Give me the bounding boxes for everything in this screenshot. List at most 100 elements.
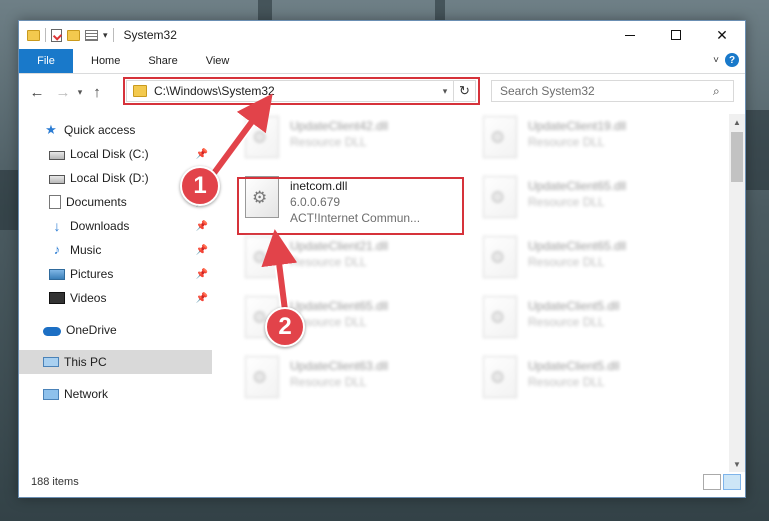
- file-name: UpdateClient65.dll: [528, 179, 627, 193]
- disk-icon: [49, 150, 65, 160]
- nav-item-local-disk-c[interactable]: Local Disk (C:) 📌: [19, 142, 212, 166]
- view-toggle: [703, 474, 741, 490]
- customize-view-icon[interactable]: [85, 29, 98, 41]
- nav-item-this-pc[interactable]: This PC: [19, 350, 212, 374]
- maximize-icon: [671, 30, 681, 40]
- main-area: ★ Quick access Local Disk (C:) 📌 Local D…: [19, 110, 745, 472]
- file-name: UpdateClient42.dll: [290, 119, 389, 133]
- file-name: UpdateClient21.dll: [290, 239, 389, 253]
- maximize-button[interactable]: [653, 21, 699, 49]
- recent-locations-chevron-icon[interactable]: ▾: [73, 87, 87, 98]
- file-name: UpdateClient65.dll: [290, 299, 389, 313]
- item-count: 188 items: [31, 476, 79, 488]
- step-2-badge: 2: [265, 307, 305, 347]
- tab-file[interactable]: File: [19, 49, 73, 73]
- file-name: UpdateClient65.dll: [528, 239, 627, 253]
- dll-file-icon: ⚙: [245, 236, 279, 278]
- file-tile[interactable]: ⚙ UpdateClient5.dll Resource DLL: [483, 294, 708, 342]
- scroll-up-icon[interactable]: ▲: [729, 114, 745, 130]
- search-input[interactable]: Search System32 ⌕: [491, 80, 734, 102]
- file-type: Resource DLL: [290, 135, 367, 149]
- file-highlight-box: [237, 177, 464, 235]
- file-type: Resource DLL: [290, 375, 367, 389]
- music-icon: ♪: [53, 242, 61, 257]
- minimize-button[interactable]: [607, 21, 653, 49]
- nav-item-label: Music: [70, 243, 102, 257]
- nav-item-videos[interactable]: Videos 📌: [19, 286, 212, 310]
- nav-item-network[interactable]: Network: [19, 382, 212, 406]
- scrollbar-thumb[interactable]: [731, 132, 743, 182]
- file-tile[interactable]: ⚙ UpdateClient42.dll Resource DLL: [245, 114, 470, 162]
- search-placeholder: Search System32: [500, 84, 595, 98]
- file-type: Resource DLL: [290, 255, 367, 269]
- pin-icon: 📌: [195, 220, 208, 232]
- dll-file-icon: ⚙: [483, 176, 517, 218]
- title-bar: ▾ System32 ✕: [19, 21, 745, 49]
- navigation-bar: ← → ▾ ↑ C:\Windows\System32 ▾ ↻ Search S…: [19, 74, 745, 110]
- window-title: System32: [123, 28, 177, 42]
- file-list: ⚙ UpdateClient42.dll Resource DLL ⚙ inetc…: [237, 110, 729, 468]
- nav-item-quick-access[interactable]: ★ Quick access: [19, 118, 212, 142]
- vertical-scrollbar[interactable]: ▲ ▼: [729, 114, 745, 472]
- network-icon: [43, 388, 59, 400]
- nav-item-downloads[interactable]: ↓ Downloads 📌: [19, 214, 212, 238]
- address-highlight-box: [123, 77, 480, 105]
- forward-arrow-icon[interactable]: →: [53, 84, 73, 101]
- videos-icon: [49, 292, 65, 304]
- file-type: Resource DLL: [528, 255, 605, 269]
- close-button[interactable]: ✕: [699, 21, 745, 49]
- close-icon: ✕: [716, 26, 728, 43]
- file-tile[interactable]: ⚙ UpdateClient5.dll Resource DLL: [483, 354, 708, 402]
- file-tile[interactable]: ⚙ UpdateClient65.dll Resource DLL: [483, 234, 708, 282]
- file-name: UpdateClient63.dll: [290, 359, 389, 373]
- disk-icon: [49, 174, 65, 184]
- pictures-icon: [49, 268, 65, 280]
- dll-file-icon: ⚙: [245, 116, 279, 158]
- expand-ribbon-chevron-icon[interactable]: ˅: [713, 55, 719, 66]
- details-view-icon[interactable]: [703, 474, 721, 490]
- documents-icon: [49, 195, 61, 209]
- file-type: Resource DLL: [528, 375, 605, 389]
- nav-item-label: Local Disk (C:): [70, 147, 149, 161]
- tiles-view-icon[interactable]: [723, 474, 741, 490]
- file-tile[interactable]: ⚙ UpdateClient21.dll Resource DLL: [245, 234, 470, 282]
- ribbon-tabs: File Home Share View ˅ ?: [19, 49, 745, 74]
- tab-view[interactable]: View: [192, 49, 244, 73]
- gear-icon: ⚙: [252, 368, 268, 387]
- file-tile[interactable]: ⚙ UpdateClient65.dll Resource DLL: [483, 174, 708, 222]
- help-icon[interactable]: ?: [725, 53, 739, 67]
- nav-item-label: OneDrive: [66, 323, 117, 337]
- nav-item-music[interactable]: ♪ Music 📌: [19, 238, 212, 262]
- nav-item-label: This PC: [64, 355, 107, 369]
- file-tile[interactable]: ⚙ UpdateClient63.dll Resource DLL: [245, 354, 470, 402]
- customize-toolbar-dropdown-icon[interactable]: ▾: [103, 30, 108, 41]
- nav-item-label: Videos: [70, 291, 107, 305]
- quick-access-toolbar: ▾: [19, 28, 114, 42]
- download-icon: ↓: [53, 218, 61, 234]
- dll-file-icon: ⚙: [483, 236, 517, 278]
- divider: [112, 28, 114, 42]
- window-controls: ✕: [607, 21, 745, 49]
- search-icon: ⌕: [713, 83, 720, 98]
- tab-home[interactable]: Home: [77, 49, 134, 73]
- file-name: UpdateClient5.dll: [528, 359, 620, 373]
- dll-file-icon: ⚙: [483, 296, 517, 338]
- up-arrow-icon[interactable]: ↑: [87, 84, 107, 101]
- nav-item-label: Downloads: [70, 219, 130, 233]
- status-bar: 188 items: [19, 467, 745, 497]
- file-tile[interactable]: ⚙ UpdateClient19.dll Resource DLL: [483, 114, 708, 162]
- tab-share[interactable]: Share: [134, 49, 191, 73]
- gear-icon: ⚙: [252, 248, 268, 267]
- new-folder-icon[interactable]: [67, 29, 80, 41]
- nav-item-label: Pictures: [70, 267, 114, 281]
- pin-icon: 📌: [195, 292, 208, 304]
- file-type: Resource DLL: [528, 315, 605, 329]
- nav-item-label: Documents: [66, 195, 127, 209]
- properties-icon[interactable]: [51, 28, 62, 42]
- divider: [45, 28, 46, 42]
- nav-item-pictures[interactable]: Pictures 📌: [19, 262, 212, 286]
- back-arrow-icon[interactable]: ←: [27, 84, 47, 101]
- nav-item-onedrive[interactable]: OneDrive: [19, 318, 212, 342]
